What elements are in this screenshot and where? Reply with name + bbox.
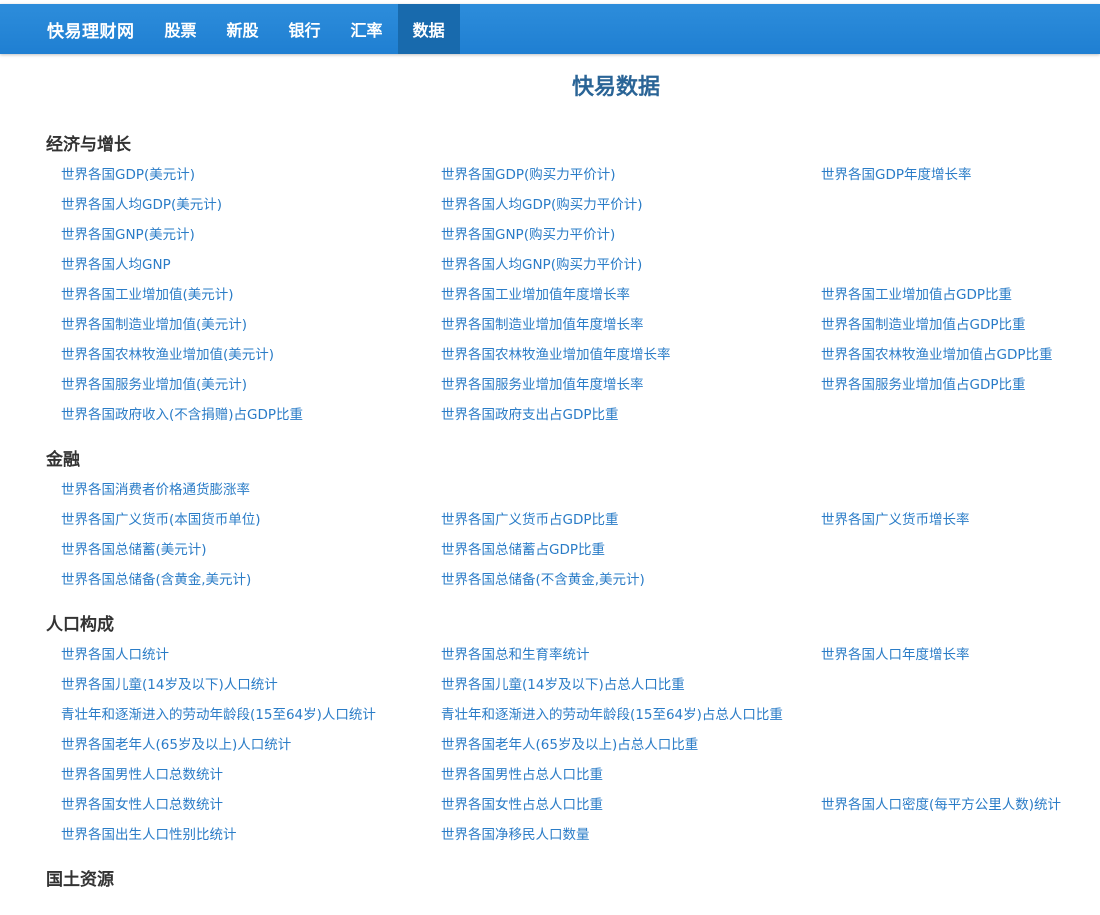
data-link[interactable]: 世界各国老年人(65岁及以上)占总人口比重 [441,730,821,760]
section-title: 人口构成 [46,615,114,635]
nav-item-exchange-rates[interactable]: 汇率 [336,4,398,54]
data-link[interactable]: 世界各国出生人口性别比统计 [61,820,441,850]
data-link[interactable]: 世界各国GDP(购买力平价计) [441,160,821,190]
data-link[interactable]: 世界各国广义货币增长率 [821,505,1100,535]
data-link[interactable]: 世界各国男性人口总数统计 [61,760,441,790]
data-link[interactable]: 世界各国总储蓄占GDP比重 [441,535,821,565]
data-link[interactable]: 世界各国女性占总人口比重 [441,790,821,820]
data-link[interactable]: 世界各国制造业增加值(美元计) [61,310,441,340]
data-link[interactable]: 世界各国人口密度(每平方公里人数)统计 [821,790,1100,820]
data-link[interactable]: 世界各国人均GDP(购买力平价计) [441,190,821,220]
data-link[interactable]: 世界各国GDP年度增长率 [821,160,1100,190]
section-economy-growth: 经济与增长世界各国GDP(美元计) 世界各国GDP(购买力平价计) 世界各国GDP年… [46,130,1086,430]
nav-item-banks[interactable]: 银行 [274,4,336,54]
data-link[interactable]: 世界各国工业增加值(美元计) [61,280,441,310]
data-link[interactable]: 世界各国人均GNP(购买力平价计) [441,250,821,280]
data-link[interactable]: 世界各国女性人口总数统计 [61,790,441,820]
nav-item-data[interactable]: 数据 [397,4,460,54]
data-link[interactable]: 世界各国农林牧渔业增加值(美元计) [61,340,441,370]
data-link[interactable]: 世界各国人口年度增长率 [821,640,1100,670]
data-link[interactable]: 世界各国农林牧渔业增加值年度增长率 [441,340,821,370]
data-link[interactable]: 世界各国制造业增加值占GDP比重 [821,310,1100,340]
nav-item-new-stocks[interactable]: 新股 [212,4,274,54]
data-link[interactable]: 世界各国总和生育率统计 [441,640,821,670]
section-title: 金融 [46,450,80,470]
nav-item-stocks[interactable]: 股票 [150,4,212,54]
data-link[interactable]: 世界各国老年人(65岁及以上)人口统计 [61,730,441,760]
data-link[interactable]: 世界各国儿童(14岁及以下)人口统计 [61,670,441,700]
link-grid: 世界各国人口统计 世界各国总和生育率统计 世界各国人口年度增长率 世界各国儿童(14岁… [46,640,1086,850]
data-link[interactable]: 世界各国服务业增加值占GDP比重 [821,370,1100,400]
data-link[interactable]: 世界各国工业增加值占GDP比重 [821,280,1100,310]
data-link[interactable]: 世界各国服务业增加值年度增长率 [441,370,821,400]
data-link[interactable]: 世界各国男性占总人口比重 [441,760,821,790]
data-link[interactable]: 世界各国制造业增加值年度增长率 [441,310,821,340]
data-link[interactable]: 世界各国工业增加值年度增长率 [441,280,821,310]
data-link[interactable]: 世界各国人均GDP(美元计) [61,190,441,220]
data-link[interactable]: 青壮年和逐渐进入的劳动年龄段(15至64岁)占总人口比重 [441,700,821,730]
data-link[interactable]: 世界各国广义货币(本国货币单位) [61,505,441,535]
section-title: 国土资源 [46,870,114,890]
brand-logo-link[interactable]: 快易理财网 [47,17,135,42]
data-link[interactable]: 世界各国总储备(不含黄金,美元计) [441,565,821,595]
data-link[interactable]: 世界各国广义货币占GDP比重 [441,505,821,535]
nav-menu: 股票 新股 银行 汇率 数据 [150,4,460,54]
data-link[interactable]: 青壮年和逐渐进入的劳动年龄段(15至64岁)人口统计 [61,700,441,730]
data-link[interactable]: 世界各国GNP(美元计) [61,220,441,250]
data-link[interactable]: 世界各国儿童(14岁及以下)占总人口比重 [441,670,821,700]
data-link[interactable]: 世界各国农林牧渔业增加值占GDP比重 [821,340,1100,370]
data-link[interactable]: 世界各国政府支出占GDP比重 [441,400,821,430]
data-link[interactable]: 世界各国GNP(购买力平价计) [441,220,821,250]
data-sections: 经济与增长世界各国GDP(美元计) 世界各国GDP(购买力平价计) 世界各国GDP年… [46,130,1086,910]
section-title: 经济与增长 [46,135,131,155]
section-finance: 金融世界各国消费者价格通货膨涨率 世界各国广义货币(本国货币单位) 世界各国广义货币… [46,445,1086,595]
section-population: 人口构成世界各国人口统计 世界各国总和生育率统计 世界各国人口年度增长率 世界各国儿童… [46,610,1086,850]
top-navbar: 快易理财网 股票 新股 银行 汇率 数据 [0,4,1100,54]
page-title: 快易数据 [571,75,660,100]
data-link[interactable]: 世界各国政府收入(不含捐赠)占GDP比重 [61,400,441,430]
data-link[interactable]: 世界各国净移民人口数量 [441,820,821,850]
data-link[interactable]: 世界各国人均GNP [61,250,441,280]
data-link[interactable]: 世界各国GDP(美元计) [61,160,441,190]
link-grid: 世界各国消费者价格通货膨涨率 世界各国广义货币(本国货币单位) 世界各国广义货币占G… [46,475,1086,595]
link-grid: 世界各国GDP(美元计) 世界各国GDP(购买力平价计) 世界各国GDP年度增长率世… [46,160,1086,430]
data-link[interactable]: 世界各国服务业增加值(美元计) [61,370,441,400]
section-land-resources: 国土资源 [46,865,1086,895]
data-link[interactable]: 世界各国人口统计 [61,640,441,670]
data-link[interactable]: 世界各国消费者价格通货膨涨率 [61,475,441,505]
data-link[interactable]: 世界各国总储备(含黄金,美元计) [61,565,441,595]
data-link[interactable]: 世界各国总储蓄(美元计) [61,535,441,565]
